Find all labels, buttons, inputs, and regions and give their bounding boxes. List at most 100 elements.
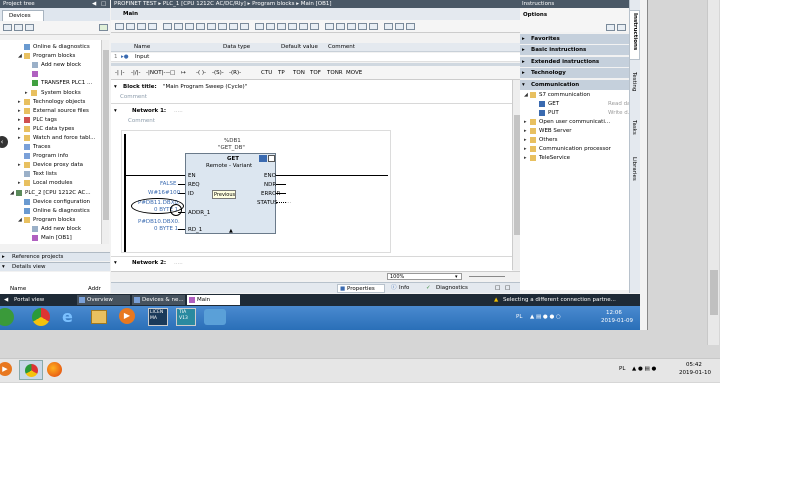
toolbar-icon[interactable] [288, 23, 297, 30]
license-app-icon[interactable]: LICEN MA [148, 308, 168, 326]
fb-help-icon[interactable] [268, 155, 275, 162]
toolbar-icon[interactable] [126, 23, 135, 30]
get-function-block[interactable]: GET Remote - Variant EN REQ ID ADDR_1 RD… [185, 153, 280, 235]
side-tab-instructions[interactable]: Instructions [629, 10, 640, 60]
section-basic[interactable]: ▸ Basic instructions [520, 45, 629, 55]
portal-tab-devices[interactable]: Devices & ne... [132, 295, 185, 305]
toolbar-icon[interactable] [218, 23, 227, 30]
tab-devices[interactable]: Devices [2, 10, 44, 21]
toolbar-icon[interactable] [406, 23, 415, 30]
toolbar-icon[interactable] [207, 23, 216, 30]
network2-header[interactable]: ▾ Network 2: ..... [111, 258, 512, 268]
editor-vscrollbar[interactable] [512, 80, 520, 270]
set-coil-icon[interactable]: -(S)- [212, 69, 224, 77]
toolbar-icon[interactable] [266, 23, 275, 30]
toolbar-icon[interactable] [163, 23, 172, 30]
forward-icon[interactable] [25, 24, 34, 31]
zoom-select[interactable]: 100% ▾ [387, 273, 462, 280]
tray-icons[interactable]: ▲ ▤ ● ● ○ [530, 313, 561, 321]
network1-comment[interactable]: Comment [128, 117, 155, 125]
section-favorites[interactable]: ▸ Favorites [520, 34, 629, 44]
reference-projects-bar[interactable]: ▸ Reference projects [0, 252, 110, 261]
toolbar-icon[interactable] [174, 23, 183, 30]
explorer-app-icon[interactable] [91, 310, 107, 324]
portal-view-button[interactable]: ◀ Portal view [2, 295, 62, 305]
toolbar-icon[interactable] [384, 23, 393, 30]
section-technology[interactable]: ▸ Technology [520, 68, 629, 78]
toolbar-icon[interactable] [229, 23, 238, 30]
coil-icon[interactable]: -( )- [196, 69, 206, 77]
portal-tab-main[interactable]: Main [187, 295, 240, 305]
ie-app-icon[interactable]: e [62, 308, 78, 326]
outer-tray-icons[interactable]: ▲ ● ▤ ● [632, 365, 656, 373]
status-param[interactable]: ... [286, 198, 291, 206]
ctu-icon[interactable]: CTU [261, 69, 272, 77]
req-param[interactable]: FALSE [160, 180, 176, 188]
contact-nc-icon[interactable]: -|/|- [131, 69, 141, 77]
block-title-value[interactable]: "Main Program Sweep (Cycle)" [163, 83, 247, 91]
toolbar-icon[interactable] [299, 23, 308, 30]
side-tab-testing[interactable]: Testing [629, 70, 640, 110]
toolbar-icon[interactable] [115, 23, 124, 30]
tof-icon[interactable]: TOF [310, 69, 321, 77]
tab-info[interactable]: ⓘ Info [389, 284, 421, 293]
sync-icon[interactable] [99, 24, 108, 31]
move-icon[interactable]: MOVE [346, 69, 362, 77]
section-communication[interactable]: ▾ Communication [520, 80, 629, 90]
box-icon[interactable]: --□ [166, 69, 175, 77]
toolbar-icon[interactable] [358, 23, 367, 30]
media-app-icon[interactable]: ▶ [119, 308, 135, 324]
toolbar-icon[interactable] [255, 23, 264, 30]
branch-icon[interactable]: ↦ [181, 69, 186, 77]
toolbar-icon[interactable] [148, 23, 157, 30]
toolbar-icon[interactable] [185, 23, 194, 30]
id-param[interactable]: W#16#100 [148, 189, 180, 197]
toolbar-icon[interactable] [325, 23, 334, 30]
side-tab-tasks[interactable]: Tasks [629, 118, 640, 148]
toolbar-icon[interactable] [196, 23, 205, 30]
ton-icon[interactable]: TON [293, 69, 305, 77]
outer-window-scrollbar[interactable] [707, 0, 719, 345]
network1-header[interactable]: ▾ Network 1: ..... [111, 106, 512, 116]
maximize-icon[interactable]: □ [101, 0, 106, 8]
toolbar-icon[interactable] [240, 23, 249, 30]
fb-db-sym[interactable]: "GET_DB" [218, 144, 245, 152]
toolbar-icon[interactable] [336, 23, 345, 30]
section-extended[interactable]: ▸ Extended instructions [520, 57, 629, 67]
interface-row-input[interactable]: 1 ▸● Input [111, 53, 520, 62]
outer-lang[interactable]: PL [619, 365, 625, 373]
back-icon[interactable] [14, 24, 23, 31]
toolbar-icon[interactable] [347, 23, 356, 30]
reset-coil-icon[interactable]: -(R)- [229, 69, 241, 77]
rd-param-line2[interactable]: 0 BYTE 1 [154, 225, 178, 233]
tonr-icon[interactable]: TONR [327, 69, 343, 77]
toolbar-icon[interactable] [395, 23, 404, 30]
tp-icon[interactable]: TP [278, 69, 285, 77]
toolbar-icon[interactable] [277, 23, 286, 30]
zoom-slider[interactable] [469, 276, 505, 277]
tab-properties[interactable]: ■ Properties [337, 284, 385, 293]
outer-firefox-icon[interactable] [47, 362, 62, 377]
project-tree-scrollbar[interactable] [101, 40, 109, 244]
tia-app-icon[interactable]: TIA V13 [176, 308, 196, 326]
minimize-icon[interactable]: ◀ [92, 0, 96, 8]
tia-running-icon[interactable] [204, 309, 226, 325]
options-icon[interactable] [617, 24, 626, 31]
toolbar-icon[interactable] [310, 23, 319, 30]
chrome-app-icon[interactable] [32, 308, 50, 326]
toolbar-icon[interactable] [369, 23, 378, 30]
contact-no-icon[interactable]: -| |- [115, 69, 124, 77]
details-view-bar[interactable]: ▾ Details view [0, 262, 110, 271]
side-tab-libraries[interactable]: Libraries [629, 155, 640, 195]
inner-lang[interactable]: PL [516, 313, 522, 321]
not-icon[interactable]: -|NOT|- [146, 69, 165, 77]
options-icon[interactable] [606, 24, 615, 31]
fb-expand-icon[interactable]: ▲ [229, 227, 233, 235]
portal-tab-overview[interactable]: Overview [77, 295, 130, 305]
tree-view-icon[interactable] [3, 24, 12, 31]
fb-options-icon[interactable] [259, 155, 267, 162]
tab-diagnostics[interactable]: ✓ Diagnostics [424, 284, 479, 293]
status-message[interactable]: Selecting a different connection partne.… [503, 296, 616, 304]
block-comment[interactable]: Comment [120, 93, 147, 101]
toolbar-icon[interactable] [137, 23, 146, 30]
